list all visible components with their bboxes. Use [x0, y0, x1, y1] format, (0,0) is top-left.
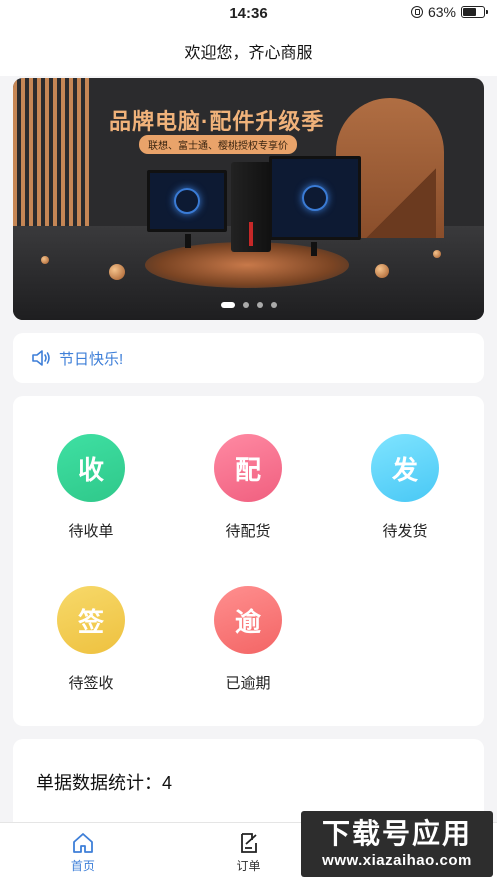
- carousel-dot[interactable]: [270, 302, 277, 308]
- carousel-dot[interactable]: [220, 302, 235, 308]
- action-ship-button[interactable]: 发待发货: [345, 434, 465, 541]
- nav-bar: 欢迎您，齐心商服: [0, 26, 497, 76]
- banner-subtitle: 联想、富士通、樱桃授权专享价: [139, 135, 297, 154]
- status-indicators: 63%: [410, 4, 488, 20]
- monitor-right-image: [269, 156, 361, 240]
- battery-icon: [461, 6, 488, 18]
- monitor-logo-icon: [302, 185, 328, 211]
- orb-decoration: [433, 250, 441, 258]
- order-status-card: 收待收单配待配货发待发货签待签收逾已逾期: [13, 396, 484, 726]
- carousel-indicator: [13, 302, 484, 308]
- watermark-title: 下载号应用: [321, 817, 472, 849]
- action-pick-label: 待配货: [225, 523, 271, 540]
- carousel-dot[interactable]: [242, 302, 249, 308]
- action-sign-icon: 签: [57, 586, 125, 654]
- action-receive-icon: 收: [57, 434, 125, 502]
- promo-banner[interactable]: 品牌电脑·配件升级季 联想、富士通、樱桃授权专享价: [13, 78, 484, 320]
- action-ship-label: 待发货: [382, 523, 428, 540]
- action-pick-button[interactable]: 配待配货: [188, 434, 308, 541]
- stats-label: 单据数据统计：: [36, 773, 162, 793]
- action-overdue-button[interactable]: 逾已逾期: [188, 586, 308, 693]
- notice-text: 节日快乐!: [59, 350, 124, 368]
- carousel-dot[interactable]: [256, 302, 263, 308]
- home-icon: [72, 833, 93, 853]
- pc-tower-image: [231, 162, 271, 252]
- monitor-left-stand: [185, 234, 191, 248]
- tab-home[interactable]: 首页: [0, 823, 166, 883]
- banner-title: 品牌电脑·配件升级季: [109, 109, 325, 134]
- banner-stripes-decoration: [13, 78, 91, 228]
- orb-decoration: [109, 264, 125, 280]
- main-content: 品牌电脑·配件升级季 联想、富士通、樱桃授权专享价 节日快乐! 收 待收单 配 …: [0, 78, 497, 879]
- status-time: 14:36: [229, 4, 268, 22]
- watermark-logo: 下载号应用 www.xiazaihao.com: [301, 811, 493, 877]
- monitor-right-stand: [311, 242, 317, 256]
- action-receive-button[interactable]: 收待收单: [31, 434, 151, 541]
- monitor-logo-icon: [174, 188, 200, 214]
- banner-stairs-decoration: [366, 168, 436, 238]
- rotation-lock-icon: [410, 6, 423, 18]
- action-sign-label: 待签收: [68, 675, 114, 692]
- action-overdue-label: 已逾期: [225, 675, 271, 692]
- tab-orders-label: 订单: [236, 859, 261, 873]
- orb-decoration: [41, 256, 49, 264]
- order-edit-icon: [240, 833, 257, 853]
- page-title: 欢迎您，齐心商服: [184, 45, 313, 62]
- action-sign-button[interactable]: 签待签收: [31, 586, 151, 693]
- orb-decoration: [375, 264, 389, 278]
- watermark-url: www.xiazaihao.com: [322, 851, 472, 869]
- stats-value: 4: [162, 773, 173, 793]
- battery-percent: 63%: [427, 4, 456, 20]
- action-pick-icon: 配: [214, 434, 282, 502]
- action-receive-label: 待收单: [68, 523, 114, 540]
- action-overdue-icon: 逾: [214, 586, 282, 654]
- notice-bar[interactable]: 节日快乐!: [13, 333, 484, 383]
- action-ship-icon: 发: [371, 434, 439, 502]
- speaker-icon: [32, 350, 50, 366]
- status-bar: 14:36 63%: [0, 0, 497, 26]
- tab-home-label: 首页: [70, 859, 95, 873]
- monitor-left-image: [147, 170, 227, 232]
